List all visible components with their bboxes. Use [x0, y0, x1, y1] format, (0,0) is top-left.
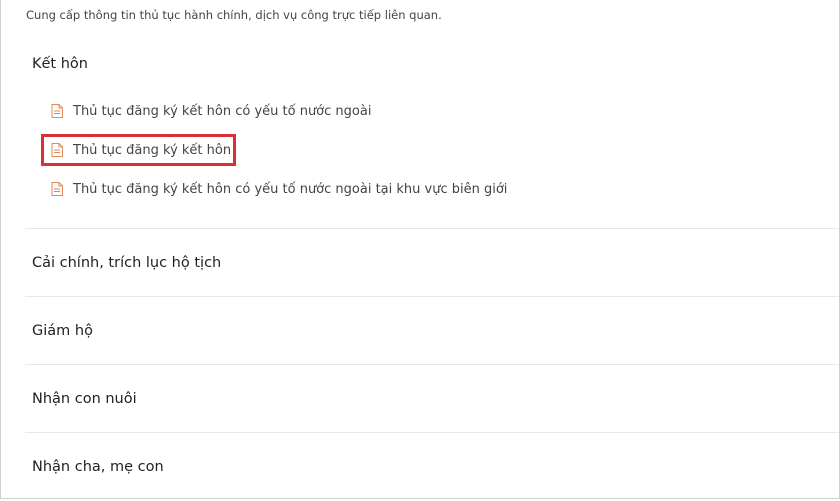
category-label: Nhận con nuôi [32, 391, 137, 407]
category-nhan-cha-me-con[interactable]: Nhận cha, mẹ con [25, 432, 839, 501]
document-icon [51, 104, 63, 118]
intro-text: Cung cấp thông tin thủ tục hành chính, d… [26, 8, 442, 22]
category-label: Cải chính, trích lục hộ tịch [32, 255, 222, 271]
procedure-label: Thủ tục đăng ký kết hôn có yếu tố nước n… [73, 181, 508, 197]
category-nhan-con-nuoi[interactable]: Nhận con nuôi [25, 364, 839, 433]
highlight-box [41, 134, 236, 166]
category-giam-ho[interactable]: Giám hộ [25, 296, 839, 365]
procedure-label: Thủ tục đăng ký kết hôn có yếu tố nước n… [73, 103, 372, 119]
content-panel: Cung cấp thông tin thủ tục hành chính, d… [0, 0, 840, 499]
category-label: Giám hộ [32, 323, 93, 339]
category-cai-chinh-trich-luc[interactable]: Cải chính, trích lục hộ tịch [25, 228, 839, 297]
document-icon [51, 182, 63, 196]
category-label: Nhận cha, mẹ con [32, 459, 164, 475]
section-title-ket-hon[interactable]: Kết hôn [32, 56, 88, 72]
procedure-link-foreign-marriage[interactable]: Thủ tục đăng ký kết hôn có yếu tố nước n… [51, 100, 371, 122]
procedure-link-foreign-marriage-border[interactable]: Thủ tục đăng ký kết hôn có yếu tố nước n… [51, 178, 507, 200]
